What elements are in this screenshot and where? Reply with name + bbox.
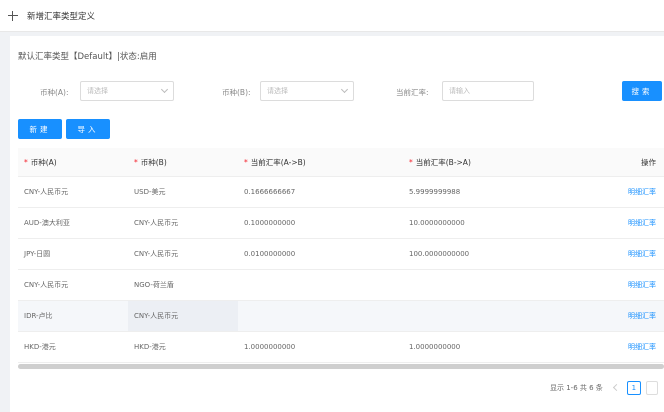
page-number-current[interactable]: 1 — [626, 381, 641, 395]
page-size-box[interactable] — [645, 381, 658, 395]
cell-action: 明细汇率 — [563, 280, 664, 290]
cell-currency-a: CNY-人民币元 — [24, 188, 69, 196]
cell-currency-a: IDR-卢比 — [24, 312, 53, 320]
target-currency-select[interactable]: 请选择 — [260, 81, 354, 101]
cell-rate-ba: 5.9999999988 — [409, 188, 461, 196]
search-button[interactable]: 搜索 — [622, 81, 662, 101]
plus-icon[interactable] — [8, 10, 18, 21]
column-header: * 当前汇率(A->B) — [244, 157, 306, 167]
cell-currency-b: NGO-荷兰盾 — [134, 281, 174, 289]
cell-action: 明细汇率 — [563, 187, 664, 197]
chevron-down-icon — [160, 85, 169, 94]
pagination: 显示 1-6 共 6 条 1 — [550, 381, 658, 395]
pagination-info: 显示 1-6 共 6 条 — [550, 384, 603, 392]
rate-detail-link[interactable]: 明细汇率 — [628, 250, 656, 258]
page-title: 新增汇率类型定义 — [27, 11, 96, 22]
table-row[interactable]: CNY-人民币元 NGO-荷兰盾 明细汇率 — [18, 270, 664, 301]
target-currency-placeholder: 请选择 — [267, 87, 288, 95]
cell-currency-b: USD-美元 — [134, 188, 166, 196]
table-row[interactable]: JPY-日圆 CNY-人民币元 0.0100000000 100.0000000… — [18, 239, 664, 270]
cell-currency-b: CNY-人民币元 — [134, 219, 179, 227]
rate-detail-link[interactable]: 明细汇率 — [628, 219, 656, 227]
cell-currency-b: HKD-港元 — [134, 343, 166, 351]
column-header: 操作 — [641, 157, 656, 167]
cell-action: 明细汇率 — [563, 249, 664, 259]
rate-detail-link[interactable]: 明细汇率 — [628, 343, 656, 351]
cell-currency-b: CNY-人民币元 — [134, 250, 179, 258]
table-row[interactable]: CNY-人民币元 USD-美元 0.1666666667 5.999999998… — [18, 177, 664, 208]
rate-detail-link[interactable]: 明细汇率 — [628, 312, 656, 320]
exchange-rate-table: * 币种(A) * 币种(B) * 当前汇率(A->B) * 当前汇率(B->A) 操作… — [18, 148, 664, 363]
column-header: * 币种(B) — [134, 157, 167, 167]
cell-currency-a: AUD-澳大利亚 — [24, 219, 70, 227]
source-currency-label: 币种(A): — [40, 88, 69, 97]
rate-detail-link[interactable]: 明细汇率 — [628, 281, 656, 289]
cell-rate-ab: 0.0100000000 — [244, 250, 296, 258]
cell-action: 明细汇率 — [563, 311, 664, 321]
table-header: * 币种(A) * 币种(B) * 当前汇率(A->B) * 当前汇率(B->A) 操作 — [18, 148, 664, 177]
page-subtitle: 默认汇率类型【Default】|状态:启用 — [18, 52, 157, 62]
cell-currency-a: CNY-人民币元 — [24, 281, 69, 289]
column-header: * 币种(A) — [24, 157, 57, 167]
import-button[interactable]: 导入 — [66, 119, 110, 139]
source-currency-select[interactable]: 请选择 — [80, 81, 174, 101]
table-row[interactable]: AUD-澳大利亚 CNY-人民币元 0.1000000000 10.000000… — [18, 208, 664, 239]
current-rate-label: 当前汇率: — [396, 88, 429, 97]
cell-currency-a: HKD-港元 — [24, 343, 56, 351]
cell-action: 明细汇率 — [563, 342, 664, 352]
table-row[interactable]: IDR-卢比 CNY-人民币元 明细汇率 — [18, 301, 664, 332]
cell-rate-ba: 10.0000000000 — [409, 219, 465, 227]
cell-rate-ab: 0.1666666667 — [244, 188, 296, 196]
cell-rate-ba: 1.0000000000 — [409, 343, 461, 351]
cell-action: 明细汇率 — [563, 218, 664, 228]
cell-currency-b[interactable]: CNY-人民币元 — [128, 301, 238, 331]
current-rate-input[interactable] — [442, 81, 534, 101]
chevron-left-icon[interactable] — [611, 381, 622, 395]
cell-currency-a: JPY-日圆 — [24, 250, 51, 258]
chevron-down-icon — [340, 85, 349, 94]
cell-rate-ba: 100.0000000000 — [409, 250, 470, 258]
rate-detail-link[interactable]: 明细汇率 — [628, 188, 656, 196]
cell-rate-ab: 0.1000000000 — [244, 219, 296, 227]
target-currency-label: 币种(B): — [222, 88, 251, 97]
horizontal-scrollbar[interactable] — [18, 364, 664, 369]
column-header: * 当前汇率(B->A) — [409, 157, 471, 167]
source-currency-placeholder: 请选择 — [87, 87, 108, 95]
main-card: 默认汇率类型【Default】|状态:启用 币种(A): 请选择 币种(B): … — [10, 36, 664, 412]
table-row[interactable]: HKD-港元 HKD-港元 1.0000000000 1.0000000000 … — [18, 332, 664, 363]
new-button[interactable]: 新建 — [18, 119, 62, 139]
scrollbar-thumb[interactable] — [18, 364, 664, 369]
top-bar: 新增汇率类型定义 — [0, 0, 664, 32]
cell-rate-ab: 1.0000000000 — [244, 343, 296, 351]
